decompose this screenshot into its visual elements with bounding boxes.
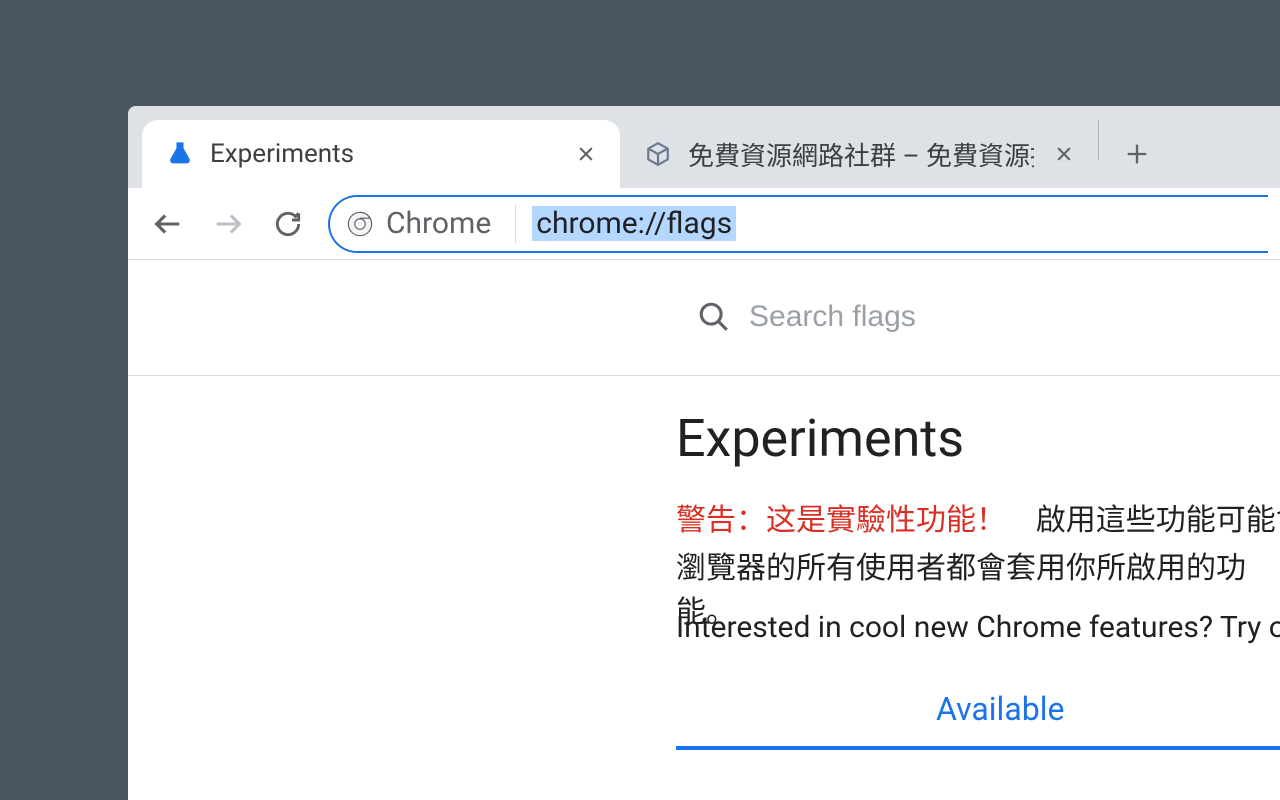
- search-flags-input[interactable]: [749, 300, 1279, 334]
- warning-text: 警告：这是實驗性功能！ 啟用這些功能可能會造: [676, 498, 1280, 543]
- box-icon: [642, 138, 674, 170]
- back-button[interactable]: [140, 196, 196, 252]
- forward-button[interactable]: [200, 196, 256, 252]
- reload-button[interactable]: [260, 196, 316, 252]
- address-divider: [515, 204, 516, 244]
- chrome-icon: [344, 208, 376, 240]
- page-title: Experiments: [676, 408, 964, 469]
- toolbar: Chrome chrome://flags: [128, 188, 1280, 260]
- tab-separator: [1098, 120, 1099, 160]
- tab-strip: Experiments 免費資源網路社群 – 免費資源指南: [128, 106, 1280, 188]
- tab-experiments[interactable]: Experiments: [142, 120, 620, 188]
- tab-free-resources[interactable]: 免費資源網路社群 – 免費資源指南: [620, 120, 1098, 188]
- divider: [128, 375, 1280, 376]
- search-flags-wrap: [676, 276, 1280, 356]
- new-tab-button[interactable]: [1109, 126, 1165, 182]
- close-tab-button[interactable]: [570, 138, 602, 170]
- flags-tab-nav: Available: [676, 690, 1280, 750]
- interested-text: Interested in cool new Chrome features? …: [676, 610, 1280, 645]
- tab-title: Experiments: [210, 139, 556, 169]
- tab-available[interactable]: Available: [676, 690, 1280, 750]
- address-bar[interactable]: Chrome chrome://flags: [328, 195, 1268, 253]
- page-content: Experiments 警告：这是實驗性功能！ 啟用這些功能可能會造 瀏覽器的所…: [128, 260, 1280, 800]
- scheme-label: Chrome: [386, 206, 499, 241]
- warning-label: 警告：这是實驗性功能！: [676, 503, 1006, 538]
- warning-body: 啟用這些功能可能會造: [1036, 503, 1280, 538]
- search-icon: [697, 300, 731, 334]
- close-tab-button[interactable]: [1048, 138, 1080, 170]
- flask-icon: [164, 138, 196, 170]
- url-text: chrome://flags: [532, 206, 736, 241]
- tab-title: 免費資源網路社群 – 免費資源指南: [688, 136, 1034, 173]
- browser-window: Experiments 免費資源網路社群 – 免費資源指南: [128, 106, 1280, 800]
